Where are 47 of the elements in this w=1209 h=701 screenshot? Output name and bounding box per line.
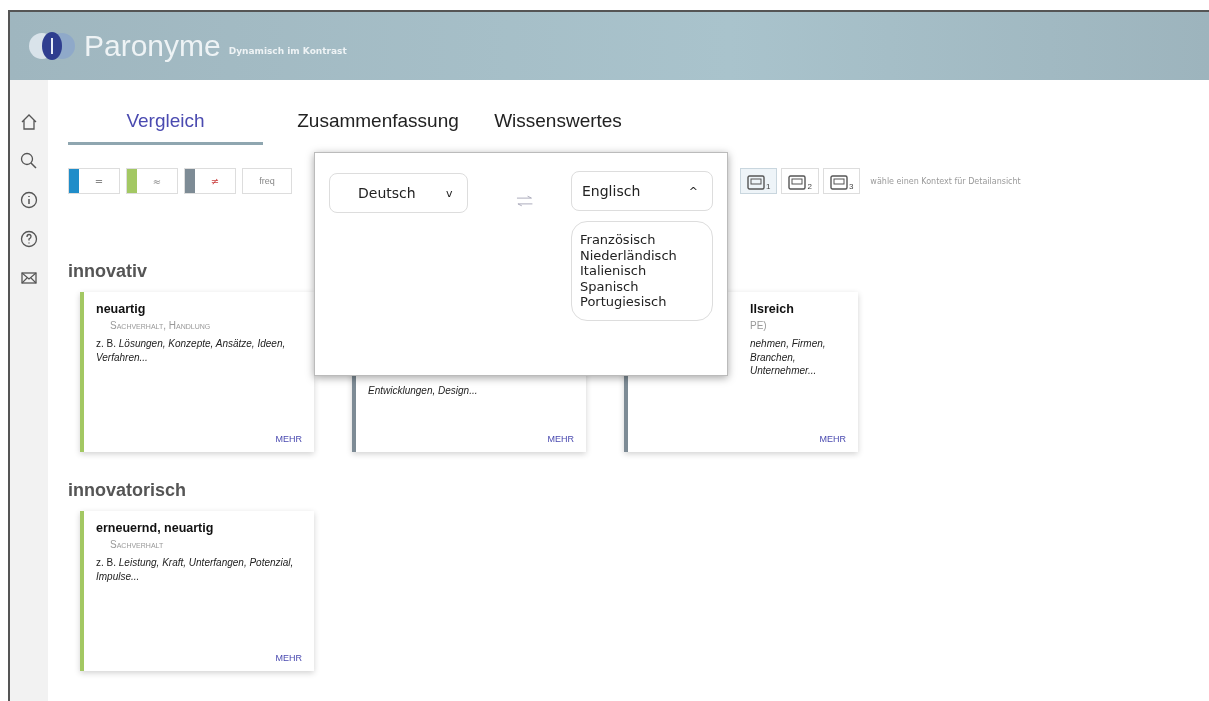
- relation-symbol: ≈: [151, 175, 163, 187]
- word-heading: innovativ: [68, 261, 147, 282]
- source-language-select[interactable]: Deutsch v: [329, 173, 468, 213]
- home-icon[interactable]: [19, 112, 39, 132]
- language-option[interactable]: Italienisch: [580, 263, 704, 279]
- relation-symbol: ≠: [209, 175, 221, 187]
- tab[interactable]: Zusammenfassung: [263, 104, 493, 145]
- card-category: Sachverhalt: [110, 539, 165, 550]
- card-title: neuartig: [96, 302, 147, 316]
- card-examples: nehmen, Firmen, Branchen, Unternehmer...: [750, 337, 827, 378]
- relation-symbol: =: [93, 175, 105, 187]
- legend-toggle[interactable]: =: [68, 168, 120, 194]
- card-examples: z. B. Leistung, Kraft, Unterfangen, Potenzial, Impulse...: [96, 556, 295, 583]
- search-icon[interactable]: [19, 151, 39, 171]
- card-category: Sachverhalt, Handlung: [110, 320, 212, 331]
- context-button[interactable]: 1: [740, 168, 778, 194]
- legend-toggle[interactable]: ≠: [184, 168, 236, 194]
- language-option[interactable]: Portugiesisch: [580, 294, 704, 310]
- tab[interactable]: Wissenswertes: [493, 104, 623, 145]
- card-examples: z. B. Lösungen, Konzepte, Ansätze, Ideen, Verfahren...: [96, 337, 287, 364]
- info-icon[interactable]: [19, 190, 39, 210]
- word-heading: innovatorisch: [68, 480, 187, 501]
- context-button[interactable]: 3: [822, 168, 861, 194]
- context-hint: wähle einen Kontext für Detailansicht: [870, 176, 1021, 186]
- monitor-icon: [747, 175, 765, 191]
- target-language-select[interactable]: Englisch ^: [571, 171, 713, 211]
- language-option[interactable]: Französisch: [580, 232, 704, 248]
- more-link[interactable]: MEHR: [275, 653, 302, 663]
- more-link[interactable]: MEHR: [819, 434, 846, 444]
- card-title: erneuernd, neuartig: [96, 521, 215, 535]
- app-subtitle: Dynamisch im Kontrast: [228, 46, 347, 56]
- app-title: Paronyme: [84, 29, 221, 63]
- legend-toggle[interactable]: ≈: [126, 168, 178, 194]
- help-icon[interactable]: [19, 229, 39, 249]
- monitor-icon: [829, 175, 848, 191]
- card-title: llsreich: [750, 302, 795, 316]
- language-option[interactable]: Niederländisch: [580, 247, 704, 264]
- logo-icon: [28, 29, 76, 63]
- context-button[interactable]: 2: [781, 168, 819, 194]
- language-option[interactable]: Spanisch: [580, 278, 704, 295]
- more-link[interactable]: MEHR: [275, 434, 302, 444]
- freq-button[interactable]: freq: [242, 168, 292, 194]
- monitor-icon: [788, 175, 807, 191]
- card-examples: Entwicklungen, Design...: [368, 384, 479, 398]
- card-category: PE): [750, 320, 768, 331]
- more-link[interactable]: MEHR: [547, 434, 574, 444]
- tab[interactable]: Vergleich: [68, 104, 263, 145]
